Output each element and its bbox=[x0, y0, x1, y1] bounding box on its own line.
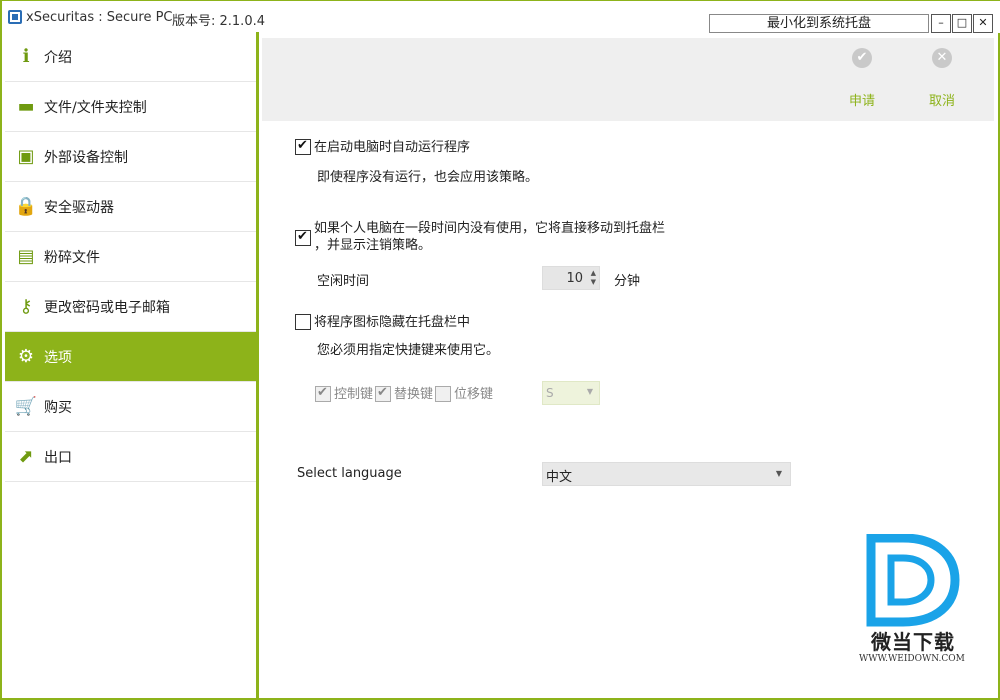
hotkey-row: 控制键 替换键 位移键 bbox=[315, 385, 494, 403]
sidebar-item-purchase[interactable]: 🛒 购买 bbox=[5, 382, 257, 432]
sidebar-item-label: 文件/文件夹控制 bbox=[44, 99, 147, 116]
action-bar: ✔ 申请 ✕ 取消 bbox=[262, 38, 994, 121]
sidebar-item-label: 安全驱动器 bbox=[44, 199, 114, 216]
shift-key-checkbox[interactable] bbox=[435, 386, 452, 402]
hide-icon-label: 将程序图标隐藏在托盘栏中 bbox=[314, 315, 471, 330]
language-select-value: 中文 bbox=[546, 470, 573, 485]
sidebar: ℹ 介绍 ▬ 文件/文件夹控制 ▣ 外部设备控制 🔒 安全驱动器 ▤ 粉碎文件 … bbox=[5, 32, 257, 482]
close-button[interactable]: ✕ bbox=[973, 14, 993, 33]
sidebar-item-device-control[interactable]: ▣ 外部设备控制 bbox=[5, 132, 257, 182]
window-title: xSecuritas : Secure PC bbox=[26, 10, 173, 25]
autorun-label: 在启动电脑时自动运行程序 bbox=[314, 140, 471, 155]
folder-icon: ▬ bbox=[17, 95, 35, 117]
ctrl-key-label: 控制键 bbox=[334, 387, 374, 402]
hide-icon-checkbox[interactable] bbox=[295, 314, 311, 330]
ctrl-key-checkbox[interactable] bbox=[315, 385, 331, 402]
exit-icon: ⬈ bbox=[18, 445, 34, 467]
apply-label: 申请 bbox=[848, 94, 875, 109]
idle-tray-label-line1: 如果个人电脑在一段时间内没有使用，它将直接移动到托盘栏 bbox=[314, 221, 666, 236]
watermark-text: 微当下载 bbox=[871, 630, 955, 654]
check-icon: ✔ bbox=[852, 48, 872, 68]
autorun-checkbox[interactable] bbox=[295, 138, 311, 155]
watermark-url: WWW.WEIDOWN.COM bbox=[859, 654, 965, 664]
app-logo-icon bbox=[8, 10, 22, 24]
idle-time-label: 空闲时间 bbox=[317, 274, 370, 289]
idle-time-value: 10 bbox=[566, 271, 583, 286]
sidebar-item-label: 购买 bbox=[44, 399, 72, 416]
lock-icon: 🔒 bbox=[14, 195, 38, 217]
watermark-d-icon bbox=[866, 533, 960, 627]
sidebar-item-label: 选项 bbox=[44, 349, 72, 366]
shredder-icon: ▤ bbox=[17, 245, 35, 267]
sidebar-item-label: 出口 bbox=[44, 449, 72, 466]
idle-time-unit: 分钟 bbox=[614, 274, 641, 289]
autorun-note: 即使程序没有运行，也会应用该策略。 bbox=[317, 170, 539, 185]
hotkey-select-value: S bbox=[546, 386, 554, 400]
usb-icon: ▣ bbox=[17, 145, 35, 167]
hide-icon-option: 将程序图标隐藏在托盘栏中 bbox=[295, 314, 470, 331]
minimize-button[interactable]: – bbox=[931, 14, 951, 33]
chevron-down-icon: ▼ bbox=[775, 469, 782, 478]
idle-tray-option: 如果个人电脑在一段时间内没有使用，它将直接移动到托盘栏 ，并显示注销策略。 bbox=[295, 220, 665, 254]
sidebar-item-label: 更改密码或电子邮箱 bbox=[44, 299, 170, 316]
sidebar-item-options[interactable]: ⚙ 选项 bbox=[5, 332, 257, 382]
sidebar-item-shred-files[interactable]: ▤ 粉碎文件 bbox=[5, 232, 257, 282]
chevron-down-icon: ▼ bbox=[586, 387, 593, 396]
idle-tray-checkbox[interactable] bbox=[295, 229, 311, 246]
gear-icon: ⚙ bbox=[17, 345, 35, 367]
minimize-to-tray-button[interactable]: 最小化到系统托盘 bbox=[709, 14, 929, 33]
hotkey-select[interactable]: S ▼ bbox=[542, 381, 600, 405]
idle-tray-label-line2: ，并显示注销策略。 bbox=[314, 238, 432, 253]
app-window: xSecuritas : Secure PC 版本号: 2.1.0.4 最小化到… bbox=[0, 0, 1000, 700]
hide-icon-note: 您必须用指定快捷键来使用它。 bbox=[317, 343, 500, 358]
sidebar-item-label: 外部设备控制 bbox=[44, 149, 128, 166]
shift-key-label: 位移键 bbox=[454, 387, 494, 402]
maximize-button[interactable]: □ bbox=[952, 14, 972, 33]
sidebar-item-secure-drive[interactable]: 🔒 安全驱动器 bbox=[5, 182, 257, 232]
idle-time-stepper[interactable]: 10 ▲ ▼ bbox=[542, 266, 600, 290]
version-label: 版本号: 2.1.0.4 bbox=[172, 14, 265, 29]
sidebar-item-label: 粉碎文件 bbox=[44, 249, 100, 266]
cancel-label: 取消 bbox=[928, 94, 955, 109]
stepper-arrows-icon[interactable]: ▲ ▼ bbox=[591, 269, 596, 287]
autorun-option: 在启动电脑时自动运行程序 bbox=[295, 138, 471, 156]
close-icon: ✕ bbox=[932, 48, 952, 68]
sidebar-item-exit[interactable]: ⬈ 出口 bbox=[5, 432, 257, 482]
language-label: Select language bbox=[297, 466, 402, 481]
sidebar-item-change-password[interactable]: ⚷ 更改密码或电子邮箱 bbox=[5, 282, 257, 332]
alt-key-label: 替换键 bbox=[394, 387, 434, 402]
sidebar-item-intro[interactable]: ℹ 介绍 bbox=[5, 32, 257, 82]
title-bar: xSecuritas : Secure PC 版本号: 2.1.0.4 最小化到… bbox=[2, 1, 1000, 33]
language-select[interactable]: 中文 ▼ bbox=[542, 462, 791, 486]
cancel-button[interactable]: ✕ 取消 bbox=[912, 48, 972, 109]
apply-button[interactable]: ✔ 申请 bbox=[832, 48, 892, 109]
idle-tray-label: 如果个人电脑在一段时间内没有使用，它将直接移动到托盘栏 ，并显示注销策略。 bbox=[314, 220, 665, 254]
sidebar-item-file-folder-control[interactable]: ▬ 文件/文件夹控制 bbox=[5, 82, 257, 132]
watermark-logo: 微当下载 WWW.WEIDOWN.COM bbox=[857, 533, 972, 669]
sidebar-divider bbox=[256, 32, 259, 700]
alt-key-checkbox[interactable] bbox=[375, 385, 392, 402]
info-icon: ℹ bbox=[22, 45, 30, 67]
cart-icon: 🛒 bbox=[14, 395, 38, 417]
key-icon: ⚷ bbox=[19, 295, 33, 317]
sidebar-item-label: 介绍 bbox=[44, 49, 72, 66]
